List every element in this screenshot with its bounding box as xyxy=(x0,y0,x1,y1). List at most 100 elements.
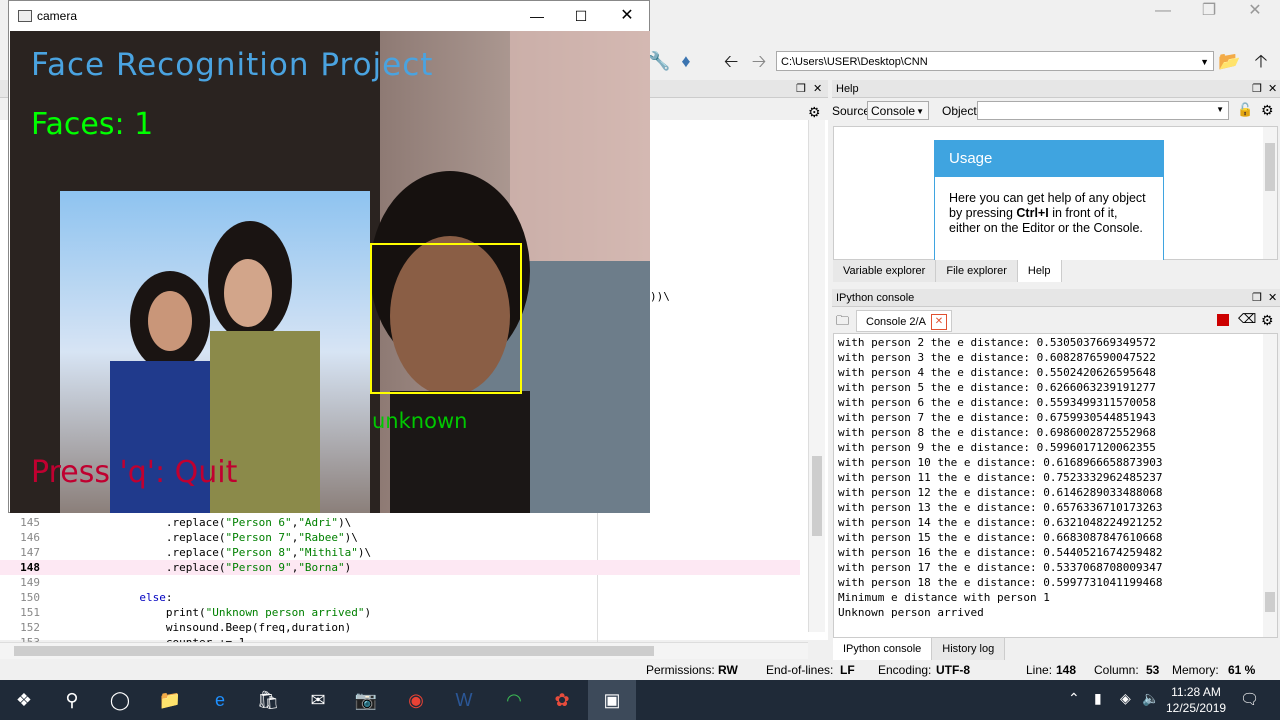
undock-icon[interactable]: ❐ xyxy=(1252,289,1262,307)
forward-arrow-icon[interactable]: 🡢 xyxy=(748,50,770,72)
store-icon[interactable]: 🛍 xyxy=(244,680,292,720)
code-line: 146 .replace("Person 7","Rabee")\ xyxy=(0,530,800,545)
gear-icon[interactable]: ⚙ xyxy=(1261,312,1274,329)
console-line: with person 5 the e distance: 0.62660632… xyxy=(838,381,1156,394)
task-view-icon[interactable]: ◯ xyxy=(96,680,144,720)
wifi-icon[interactable]: ◈ xyxy=(1120,690,1131,707)
minimize-button[interactable]: — xyxy=(1140,0,1186,22)
line-value: 148 xyxy=(1056,663,1077,677)
file-explorer-icon[interactable]: 📁 xyxy=(146,680,194,720)
console-line: with person 11 the e distance: 0.7523332… xyxy=(838,471,1163,484)
python-icon[interactable]: ♦ xyxy=(675,50,697,72)
lock-icon[interactable]: 🔓 xyxy=(1237,102,1253,118)
tab-variable-explorer[interactable]: Variable explorer xyxy=(833,260,937,282)
back-arrow-icon[interactable]: 🡠 xyxy=(720,50,742,72)
code-line: 148 .replace("Person 9","Borna") xyxy=(0,560,800,575)
console-bottom-tabs: IPython console History log xyxy=(833,638,1006,660)
source-select[interactable]: Console ▼ xyxy=(867,101,929,120)
folder-icon[interactable]: 🗀 xyxy=(836,312,849,334)
maximize-button[interactable]: ☐ xyxy=(571,1,591,31)
minimize-button[interactable]: — xyxy=(527,1,547,31)
console-output[interactable]: with person 2 the e distance: 0.53050376… xyxy=(833,333,1278,638)
person-left-face xyxy=(148,291,192,351)
volume-icon[interactable]: 🔈 xyxy=(1142,690,1159,707)
permissions-label: Permissions: xyxy=(646,663,715,677)
scrollbar-thumb[interactable] xyxy=(14,646,654,656)
close-pane-icon[interactable]: ✕ xyxy=(813,80,822,98)
camera-window[interactable]: camera — ☐ ✕ Face Recognition Project Fa… xyxy=(8,0,650,513)
line-number: 146 xyxy=(20,531,40,544)
console-scrollbar[interactable] xyxy=(1263,334,1277,637)
eol-value: LF xyxy=(840,663,855,677)
tab-console-2a[interactable]: Console 2/A ✕ xyxy=(856,310,952,332)
battery-icon[interactable]: ▮ xyxy=(1094,690,1102,707)
notification-icon[interactable]: 🗨 xyxy=(1240,690,1259,708)
help-scrollbar[interactable] xyxy=(1263,127,1277,259)
search-icon[interactable]: ⚲ xyxy=(48,680,96,720)
eraser-icon[interactable]: ⌫ xyxy=(1238,311,1256,327)
code-token: .replace( xyxy=(59,546,226,559)
folder-open-icon[interactable]: 📂 xyxy=(1218,50,1240,72)
chevron-down-icon[interactable]: ▼ xyxy=(916,102,924,121)
usage-card: Usage Here you can get help of any objec… xyxy=(934,140,1164,272)
chrome-icon[interactable]: ◉ xyxy=(392,680,440,720)
console-line: with person 8 the e distance: 0.69860028… xyxy=(838,426,1156,439)
chevron-up-icon[interactable]: ⌃ xyxy=(1068,690,1080,707)
tab-help[interactable]: Help xyxy=(1017,260,1062,282)
source-select-value: Console xyxy=(871,104,916,118)
scrollbar-thumb[interactable] xyxy=(812,456,822,536)
wrench-icon[interactable]: 🔧 xyxy=(648,50,670,72)
usage-text: Here you can get help of any object by p… xyxy=(935,177,1163,250)
working-directory-input[interactable]: C:\Users\USER\Desktop\CNN ▼ xyxy=(776,51,1214,71)
undock-icon[interactable]: ❐ xyxy=(796,80,806,98)
line-number: 145 xyxy=(20,516,40,529)
undock-icon[interactable]: ❐ xyxy=(1252,80,1262,98)
active-window-icon[interactable]: ▣ xyxy=(588,680,636,720)
stop-icon[interactable] xyxy=(1217,314,1229,326)
eol-label: End-of-lines: xyxy=(766,663,834,677)
mail-icon[interactable]: ✉ xyxy=(294,680,342,720)
encoding-label: Encoding: xyxy=(878,663,932,677)
console-line: with person 7 the e distance: 0.67599305… xyxy=(838,411,1156,424)
close-button[interactable]: ✕ xyxy=(617,1,637,31)
editor-vertical-scrollbar[interactable] xyxy=(808,120,825,632)
anaconda-icon[interactable]: ◠ xyxy=(490,680,538,720)
editor-horizontal-scrollbar[interactable] xyxy=(0,642,808,659)
scrollbar-thumb[interactable] xyxy=(1265,143,1275,191)
help-title: Help xyxy=(836,83,859,95)
code-token: .replace( xyxy=(59,516,226,529)
code-token: ) xyxy=(364,606,372,619)
console-line: with person 10 the e distance: 0.6168966… xyxy=(838,456,1163,469)
close-button[interactable]: ✕ xyxy=(1232,0,1278,22)
line-number: 147 xyxy=(20,546,40,559)
console-line: with person 16 the e distance: 0.5440521… xyxy=(838,546,1163,559)
tab-file-explorer[interactable]: File explorer xyxy=(936,260,1018,282)
restore-button[interactable]: ❐ xyxy=(1186,0,1232,22)
camera-feed: Face Recognition Project Faces: 1 unknow… xyxy=(10,31,650,513)
chevron-down-icon[interactable]: ▼ xyxy=(1200,52,1209,72)
parent-directory-icon[interactable]: 🡡 xyxy=(1250,50,1272,72)
console-line: with person 12 the e distance: 0.6146289… xyxy=(838,486,1163,499)
gear-icon[interactable]: ⚙ xyxy=(1261,102,1274,119)
chevron-down-icon[interactable]: ▼ xyxy=(1216,105,1224,114)
code-line: 150 else: xyxy=(0,590,800,605)
close-pane-icon[interactable]: ✕ xyxy=(1268,80,1277,98)
close-pane-icon[interactable]: ✕ xyxy=(1268,289,1277,307)
code-token: "Mithila" xyxy=(298,546,358,559)
scrollbar-thumb[interactable] xyxy=(1265,592,1275,612)
clock[interactable]: 11:28 AM 12/25/2019 xyxy=(1166,684,1226,716)
window-icon xyxy=(18,10,32,22)
close-tab-icon[interactable]: ✕ xyxy=(931,314,947,330)
edge-icon[interactable]: e xyxy=(196,680,244,720)
tab-history-log[interactable]: History log xyxy=(932,638,1006,660)
camera-app-icon[interactable]: 📷 xyxy=(342,680,390,720)
start-button-icon[interactable]: ❖ xyxy=(0,680,48,720)
spyder-icon[interactable]: ✿ xyxy=(538,680,586,720)
help-pane-title: Help ❐ ✕ xyxy=(832,80,1280,98)
camera-titlebar[interactable]: camera — ☐ ✕ xyxy=(9,1,649,31)
gear-icon[interactable]: ⚙ xyxy=(808,104,821,121)
code-token: )\ xyxy=(357,546,372,559)
word-icon[interactable]: W xyxy=(440,680,488,720)
tab-ipython-console[interactable]: IPython console xyxy=(833,638,933,660)
object-input[interactable]: ▼ xyxy=(977,101,1229,120)
